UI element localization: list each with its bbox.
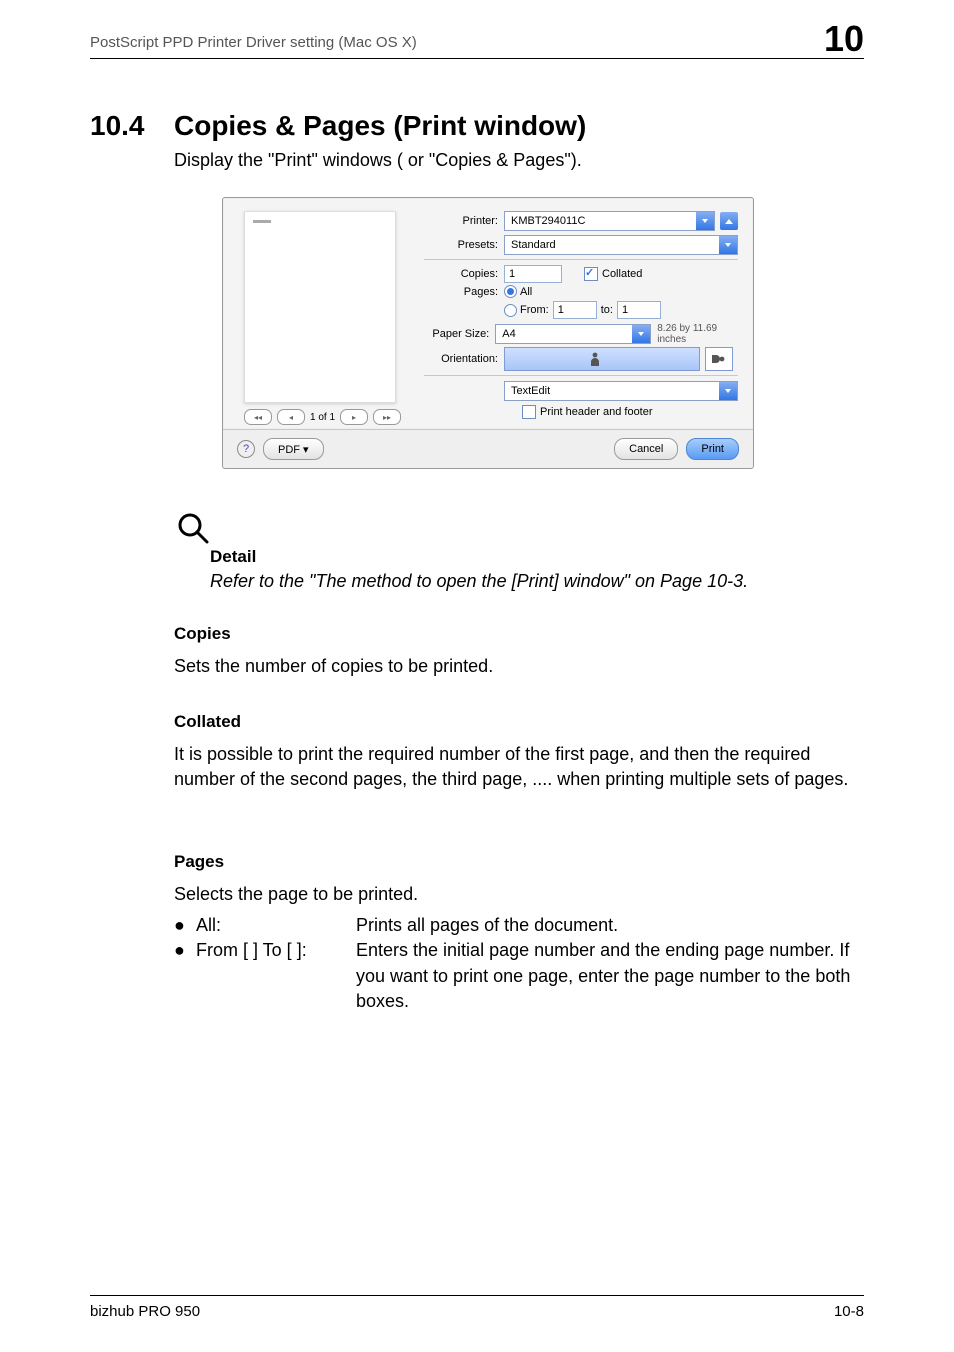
collated-checkbox[interactable] <box>584 267 598 281</box>
section-title: Copies & Pages (Print window) <box>174 110 586 141</box>
collated-body: It is possible to print the required num… <box>174 742 864 792</box>
cancel-button[interactable]: Cancel <box>614 438 678 460</box>
header-rule <box>90 58 864 59</box>
person-landscape-icon <box>711 352 727 366</box>
chevron-down-icon <box>696 212 714 230</box>
pager-prev-button[interactable]: ◂ <box>277 409 305 425</box>
list-item: ● From [ ] To [ ]: Enters the initial pa… <box>174 938 864 1014</box>
chevron-down-icon <box>719 382 737 400</box>
pages-to-label: to: <box>601 304 613 316</box>
pages-intro: Selects the page to be printed. <box>174 882 864 907</box>
help-button[interactable]: ? <box>237 440 255 458</box>
section-number: 10.4 <box>90 110 174 142</box>
collated-heading: Collated <box>174 712 864 732</box>
print-preview <box>244 211 396 403</box>
running-header-left: PostScript PPD Printer Driver setting (M… <box>90 34 417 51</box>
paper-size-select[interactable]: A4 <box>495 324 651 344</box>
bullet-key: All: <box>196 913 356 938</box>
pager-last-button[interactable]: ▸▸ <box>373 409 401 425</box>
pager-next-button[interactable]: ▸ <box>340 409 368 425</box>
paper-dimensions: 8.26 by 11.69 inches <box>657 323 738 345</box>
printer-label: Printer: <box>424 215 504 227</box>
print-button[interactable]: Print <box>686 438 739 460</box>
print-pane-select[interactable]: TextEdit <box>504 381 738 401</box>
orientation-landscape-button[interactable] <box>705 347 733 371</box>
list-item: ● All: Prints all pages of the document. <box>174 913 864 938</box>
paper-size-label: Paper Size: <box>424 328 495 340</box>
chevron-down-icon <box>632 325 650 343</box>
header-footer-checkbox[interactable] <box>522 405 536 419</box>
pages-from-label: From: <box>520 304 549 316</box>
orientation-label: Orientation: <box>424 353 504 365</box>
chevron-down-icon <box>719 236 737 254</box>
copies-field[interactable]: 1 <box>504 265 562 283</box>
pager-status: 1 of 1 <box>310 412 335 423</box>
pager-first-button[interactable]: ◂◂ <box>244 409 272 425</box>
footer-rule <box>90 1295 864 1296</box>
copies-label: Copies: <box>424 268 504 280</box>
pages-to-field[interactable]: 1 <box>617 301 661 319</box>
footer-right: 10-8 <box>834 1303 864 1320</box>
bullet-key: From [ ] To [ ]: <box>196 938 356 1014</box>
pages-label: Pages: <box>424 286 504 298</box>
detail-icon <box>176 511 210 550</box>
person-portrait-icon <box>588 351 602 367</box>
copies-body: Sets the number of copies to be printed. <box>174 654 864 679</box>
print-pane-value: TextEdit <box>511 385 550 397</box>
section-intro: Display the "Print" windows ( or "Copies… <box>174 150 582 171</box>
detail-heading: Detail <box>210 547 748 567</box>
chapter-number: 10 <box>824 18 864 60</box>
pages-heading: Pages <box>174 852 864 872</box>
pages-from-field[interactable]: 1 <box>553 301 597 319</box>
header-footer-label: Print header and footer <box>540 406 653 418</box>
pdf-menu-button[interactable]: PDF ▾ <box>263 438 324 460</box>
presets-value: Standard <box>511 239 556 251</box>
pages-from-radio[interactable] <box>504 304 517 317</box>
pages-all-label: All <box>520 286 532 298</box>
orientation-portrait-button[interactable] <box>504 347 700 371</box>
print-dialog: ◂◂ ◂ 1 of 1 ▸ ▸▸ Printer: KMBT294011C Pr… <box>222 197 754 469</box>
presets-label: Presets: <box>424 239 504 251</box>
copies-heading: Copies <box>174 624 864 644</box>
printer-value: KMBT294011C <box>511 215 585 227</box>
paper-size-value: A4 <box>502 328 515 340</box>
footer-left: bizhub PRO 950 <box>90 1303 200 1320</box>
section-heading: 10.4Copies & Pages (Print window) <box>90 110 586 142</box>
presets-select[interactable]: Standard <box>504 235 738 255</box>
bullet-value: Prints all pages of the document. <box>356 913 864 938</box>
printer-select[interactable]: KMBT294011C <box>504 211 715 231</box>
preview-pager: ◂◂ ◂ 1 of 1 ▸ ▸▸ <box>244 409 401 425</box>
collated-label: Collated <box>602 268 642 280</box>
detail-body: Refer to the "The method to open the [Pr… <box>210 571 748 592</box>
collapse-button[interactable] <box>720 212 738 230</box>
bullet-value: Enters the initial page number and the e… <box>356 938 864 1014</box>
pages-all-radio[interactable] <box>504 285 517 298</box>
